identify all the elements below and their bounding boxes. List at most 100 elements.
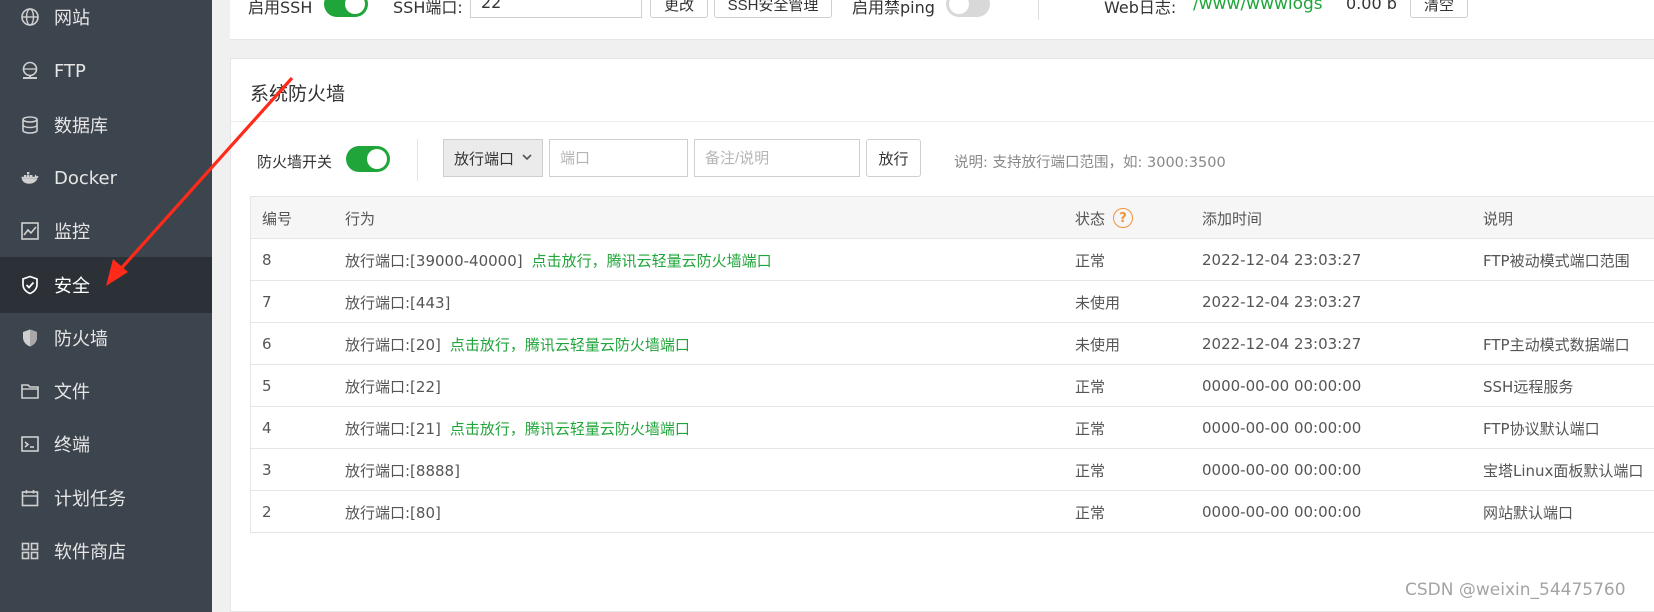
rule-time: 0000-00-00 00:00:00 (1202, 503, 1362, 521)
rule-desc: 网站默认端口 (1483, 503, 1574, 522)
rule-status: 正常 (1075, 503, 1106, 522)
rule-no: 3 (262, 461, 272, 479)
rule-no: 5 (262, 377, 272, 395)
sidebar-item-label: Docker (54, 167, 118, 189)
monitor-chart-icon (20, 221, 40, 241)
sidebar-item-label: 文件 (54, 382, 90, 403)
folder-icon (20, 381, 40, 401)
rule-action-text: 放行端口:[443] (345, 293, 451, 312)
divider (231, 121, 1654, 122)
hint-text: 说明: 支持放行端口范围，如: 3000:3500 (954, 155, 1226, 171)
sidebar-item-website[interactable]: 网站 (0, 0, 212, 45)
firewall-switch-label: 防火墙开关 (257, 153, 333, 171)
rule-status: 正常 (1075, 419, 1106, 438)
table-row: 6 放行端口:[20] 点击放行，腾讯云轻量云防火墙端口 未使用 2022-12-… (251, 323, 1654, 365)
rule-status: 正常 (1075, 461, 1106, 480)
firewall-rules-table: 编号 行为 状态 ? 添加时间 说明 8 放行端口:[39000-40000] 点… (250, 196, 1654, 533)
table-row: 4 放行端口:[21] 点击放行，腾讯云轻量云防火墙端口 正常 0000-00-0… (251, 407, 1654, 449)
sidebar-item-docker[interactable]: Docker (0, 150, 212, 206)
terminal-icon (20, 434, 40, 454)
header-time: 添加时间 (1202, 209, 1263, 228)
table-header: 编号 行为 状态 ? 添加时间 说明 (251, 197, 1654, 239)
allow-button[interactable]: 放行 (866, 139, 921, 177)
table-row: 7 放行端口:[443] 未使用 2022-12-04 23:03:27 (251, 281, 1654, 323)
rule-type-select[interactable]: 放行端口 (443, 139, 543, 177)
sidebar-item-label: FTP (54, 60, 86, 82)
header-desc: 说明 (1483, 209, 1514, 228)
rule-action: 放行端口:[80] (345, 491, 441, 533)
rule-desc: FTP被动模式端口范围 (1483, 251, 1630, 270)
weblog-clear-button[interactable]: 清空 (1410, 0, 1468, 18)
chevron-down-icon (522, 154, 532, 161)
header-status: 状态 ? (1075, 197, 1134, 239)
weblog-label: Web日志: (1104, 0, 1177, 17)
cloud-allow-link[interactable]: 点击放行，腾讯云轻量云防火墙端口 (450, 418, 690, 439)
port-input[interactable] (549, 139, 688, 177)
rule-action: 放行端口:[39000-40000] 点击放行，腾讯云轻量云防火墙端口 (345, 239, 772, 281)
cloud-allow-link[interactable]: 点击放行，腾讯云轻量云防火墙端口 (532, 250, 772, 271)
ssh-port-change-button[interactable]: 更改 (650, 0, 708, 18)
docker-icon (20, 168, 40, 188)
note-input[interactable] (694, 139, 860, 177)
rule-time: 0000-00-00 00:00:00 (1202, 419, 1362, 437)
sidebar-item-security[interactable]: 安全 (0, 257, 212, 313)
rule-desc: FTP协议默认端口 (1483, 419, 1600, 438)
rule-time: 2022-12-04 23:03:27 (1202, 251, 1362, 269)
watermark: CSDN @weixin_54475760 (1405, 580, 1626, 600)
ssh-toggle[interactable] (324, 0, 368, 17)
rule-action: 放行端口:[22] (345, 365, 441, 407)
sidebar-item-label: 终端 (54, 435, 90, 456)
rule-action-text: 放行端口:[39000-40000] (345, 251, 523, 270)
sidebar-item-terminal[interactable]: 终端 (0, 416, 212, 472)
ping-toggle[interactable] (946, 0, 990, 17)
rule-action: 放行端口:[21] 点击放行，腾讯云轻量云防火墙端口 (345, 407, 690, 449)
divider (417, 139, 418, 181)
ssh-port-label: SSH端口: (393, 0, 463, 17)
firewall-toggle[interactable] (346, 146, 390, 172)
table-row: 2 放行端口:[80] 正常 0000-00-00 00:00:00 网站默认端… (251, 491, 1654, 533)
sidebar-item-cron[interactable]: 计划任务 (0, 470, 212, 526)
rule-status: 正常 (1075, 377, 1106, 396)
sidebar-item-label: 网站 (54, 8, 90, 29)
table-row: 5 放行端口:[22] 正常 0000-00-00 00:00:00 SSH远程… (251, 365, 1654, 407)
sidebar-item-monitor[interactable]: 监控 (0, 203, 212, 259)
rule-no: 7 (262, 293, 272, 311)
rule-action-text: 放行端口:[22] (345, 377, 441, 396)
calendar-icon (20, 488, 40, 508)
rule-desc: SSH远程服务 (1483, 377, 1574, 396)
sidebar-item-database[interactable]: 数据库 (0, 97, 212, 153)
sidebar-item-ftp[interactable]: FTP (0, 43, 212, 99)
ping-disable-label: 启用禁ping (852, 0, 935, 17)
cloud-allow-link[interactable]: 点击放行，腾讯云轻量云防火墙端口 (450, 334, 690, 355)
weblog-size: 0.00 b (1346, 0, 1397, 13)
header-action: 行为 (345, 209, 376, 228)
help-icon[interactable]: ? (1113, 208, 1134, 228)
sidebar-item-label: 软件商店 (54, 542, 126, 563)
ftp-globe-icon (20, 61, 40, 81)
security-settings-panel: 启用SSH SSH端口: 22 更改 SSH安全管理 启用禁ping Web日志… (230, 0, 1654, 40)
page-title: 系统防火墙 (250, 83, 346, 105)
database-icon (20, 115, 40, 135)
rule-time: 0000-00-00 00:00:00 (1202, 461, 1362, 479)
sidebar-item-files[interactable]: 文件 (0, 363, 212, 419)
system-firewall-panel: 系统防火墙 防火墙开关 放行端口 放行 说明: 支持放行端口范围，如: 3000… (230, 58, 1654, 612)
sidebar-item-firewall[interactable]: 防火墙 (0, 310, 212, 366)
rule-status: 未使用 (1075, 293, 1121, 312)
shield-check-icon (20, 275, 40, 295)
sidebar-item-label: 防火墙 (54, 329, 108, 350)
rule-no: 2 (262, 503, 272, 521)
ssh-manage-button[interactable]: SSH安全管理 (714, 0, 832, 18)
rule-status: 未使用 (1075, 335, 1121, 354)
ssh-port-input[interactable]: 22 (470, 0, 642, 18)
weblog-path-link[interactable]: /www/wwwlogs (1193, 0, 1323, 14)
header-no: 编号 (262, 209, 293, 228)
rule-action-text: 放行端口:[8888] (345, 461, 460, 480)
sidebar-item-store[interactable]: 软件商店 (0, 523, 212, 579)
shield-icon (20, 328, 40, 348)
sidebar-item-label: 监控 (54, 222, 90, 243)
rule-no: 6 (262, 335, 272, 353)
table-row: 3 放行端口:[8888] 正常 0000-00-00 00:00:00 宝塔L… (251, 449, 1654, 491)
sidebar-item-label: 安全 (54, 276, 90, 297)
rule-desc: 宝塔Linux面板默认端口 (1483, 461, 1644, 480)
rule-time: 2022-12-04 23:03:27 (1202, 293, 1362, 311)
